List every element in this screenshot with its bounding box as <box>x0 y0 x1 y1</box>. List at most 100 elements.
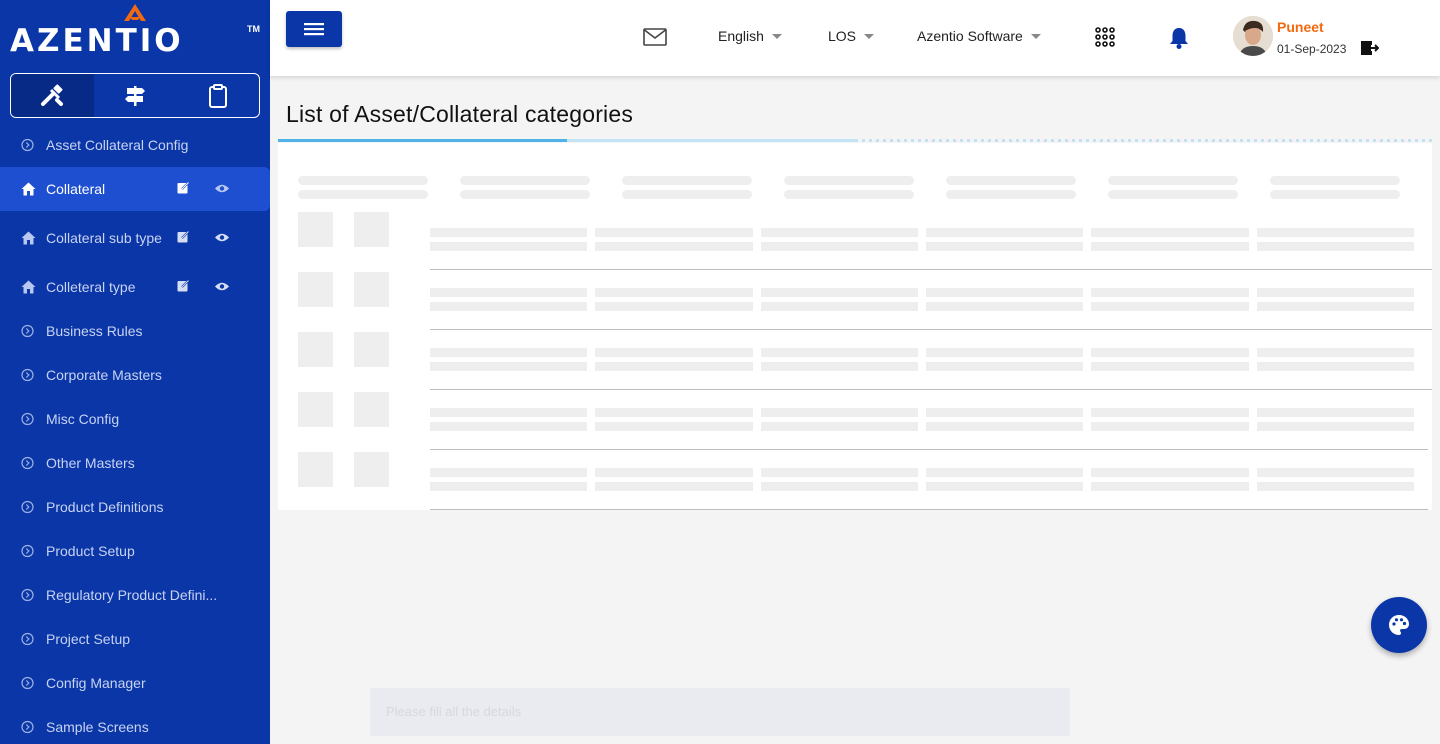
view-icon[interactable] <box>214 181 230 197</box>
sidebar-item-collateral[interactable]: Collateral <box>0 167 270 211</box>
skeleton-cell <box>595 242 753 251</box>
edit-icon[interactable] <box>177 230 190 246</box>
skeleton-avatar <box>354 452 389 487</box>
sidebar-item-sample-screens[interactable]: Sample Screens <box>0 705 270 744</box>
logo-mark-icon <box>124 4 146 21</box>
edit-icon[interactable] <box>177 181 190 197</box>
skeleton-header <box>1270 190 1400 199</box>
skeleton-header <box>784 176 914 185</box>
sidebar-item-label: Misc Config <box>46 410 120 427</box>
skeleton-cell <box>1257 408 1414 417</box>
skeleton-cell <box>1257 422 1414 431</box>
sidebar-item-corporate-masters[interactable]: Corporate Masters <box>0 353 270 397</box>
skeleton-cell <box>595 422 753 431</box>
sidebar-item-product-setup[interactable]: Product Setup <box>0 529 270 573</box>
skeleton-cell <box>1091 422 1249 431</box>
skeleton-cell <box>595 468 753 477</box>
sidebar-item-label: Colleteral type <box>46 278 136 295</box>
hamburger-icon <box>304 23 324 36</box>
sidebar-item-colleteral-type[interactable]: Colleteral type <box>0 265 270 309</box>
logout-icon <box>1361 41 1379 55</box>
skeleton-cell <box>761 422 918 431</box>
sidebar-item-project-setup[interactable]: Project Setup <box>0 617 270 661</box>
skeleton-header <box>460 190 590 199</box>
tab-tools[interactable] <box>11 74 94 117</box>
chevron-circle-icon <box>21 324 34 338</box>
logout-button[interactable] <box>1361 40 1379 56</box>
logo-text: AZENTIO <box>10 23 184 59</box>
theme-palette-button[interactable] <box>1371 597 1427 653</box>
edit-icon[interactable] <box>177 279 190 295</box>
skeleton-cell <box>595 228 753 237</box>
skeleton-avatar <box>298 272 333 307</box>
skeleton-cell <box>430 408 587 417</box>
sidebar-item-business-rules[interactable]: Business Rules <box>0 309 270 353</box>
skeleton-cell <box>926 482 1083 491</box>
skeleton-cell <box>761 288 918 297</box>
logo-trademark: TM <box>247 24 260 34</box>
mail-icon <box>643 28 667 46</box>
skeleton-cell <box>430 468 587 477</box>
skeleton-header <box>1108 176 1238 185</box>
view-icon[interactable] <box>214 279 230 295</box>
toast-message: Please fill all the details <box>370 688 1070 736</box>
hamburger-button[interactable] <box>286 11 342 47</box>
skeleton-cell <box>595 362 753 371</box>
skeleton-avatar <box>298 452 333 487</box>
skeleton-cell <box>1091 288 1249 297</box>
view-icon[interactable] <box>214 230 230 246</box>
caret-down-icon <box>1030 33 1041 39</box>
sidebar-tabs <box>10 73 260 118</box>
sidebar-item-collateral-sub-type[interactable]: Collateral sub type <box>0 211 270 265</box>
module-dropdown[interactable]: LOS <box>828 28 875 44</box>
apps-button[interactable] <box>1095 27 1115 47</box>
skeleton-cell <box>926 408 1083 417</box>
skeleton-cell <box>1091 242 1249 251</box>
sidebar-item-misc-config[interactable]: Misc Config <box>0 397 270 441</box>
skeleton-header <box>460 176 590 185</box>
caret-down-icon <box>864 33 875 39</box>
skeleton-cell <box>761 302 918 311</box>
chevron-circle-icon <box>21 676 34 690</box>
chevron-circle-icon <box>21 500 34 514</box>
skeleton-header <box>622 176 752 185</box>
skeleton-cell <box>1091 482 1249 491</box>
azentio-logo[interactable]: AZENTIO TM <box>10 4 260 64</box>
skeleton-avatar <box>298 392 333 427</box>
sidebar-item-asset-collateral-config[interactable]: Asset Collateral Config <box>0 123 270 167</box>
skeleton-cell <box>1091 408 1249 417</box>
chevron-circle-icon <box>21 412 34 426</box>
skeleton-cell <box>430 482 587 491</box>
sidebar-item-product-definitions[interactable]: Product Definitions <box>0 485 270 529</box>
skeleton-header <box>298 190 428 199</box>
language-label: English <box>718 28 764 44</box>
tab-clipboard[interactable] <box>176 74 259 117</box>
skeleton-cell <box>1091 362 1249 371</box>
skeleton-cell <box>430 362 587 371</box>
chevron-circle-icon <box>21 720 34 734</box>
mail-button[interactable] <box>643 28 667 46</box>
skeleton-cell <box>926 228 1083 237</box>
skeleton-cell <box>595 288 753 297</box>
language-dropdown[interactable]: English <box>718 28 782 44</box>
skeleton-avatar <box>298 332 333 367</box>
skeleton-avatar <box>354 392 389 427</box>
notifications-button[interactable] <box>1168 26 1190 50</box>
sidebar-item-other-masters[interactable]: Other Masters <box>0 441 270 485</box>
module-label: LOS <box>828 28 857 44</box>
company-dropdown[interactable]: Azentio Software <box>917 28 1041 44</box>
sidebar-item-config-manager[interactable]: Config Manager <box>0 661 270 705</box>
avatar[interactable] <box>1233 16 1273 56</box>
tab-signpost[interactable] <box>94 74 177 117</box>
skeleton-cell <box>1091 348 1249 357</box>
sidebar-item-label: Corporate Masters <box>46 366 162 383</box>
sidebar-item-regulatory-product-definitions[interactable]: Regulatory Product Defini... <box>0 573 270 617</box>
row-divider <box>430 449 1428 450</box>
skeleton-cell <box>595 482 753 491</box>
skeleton-cell <box>1257 242 1414 251</box>
sidebar: AZENTIO TM Asset Collateral Config Colla… <box>0 0 270 744</box>
skeleton-cell <box>761 482 918 491</box>
clipboard-icon <box>208 83 227 108</box>
skeleton-cell <box>926 302 1083 311</box>
skeleton-header <box>622 190 752 199</box>
